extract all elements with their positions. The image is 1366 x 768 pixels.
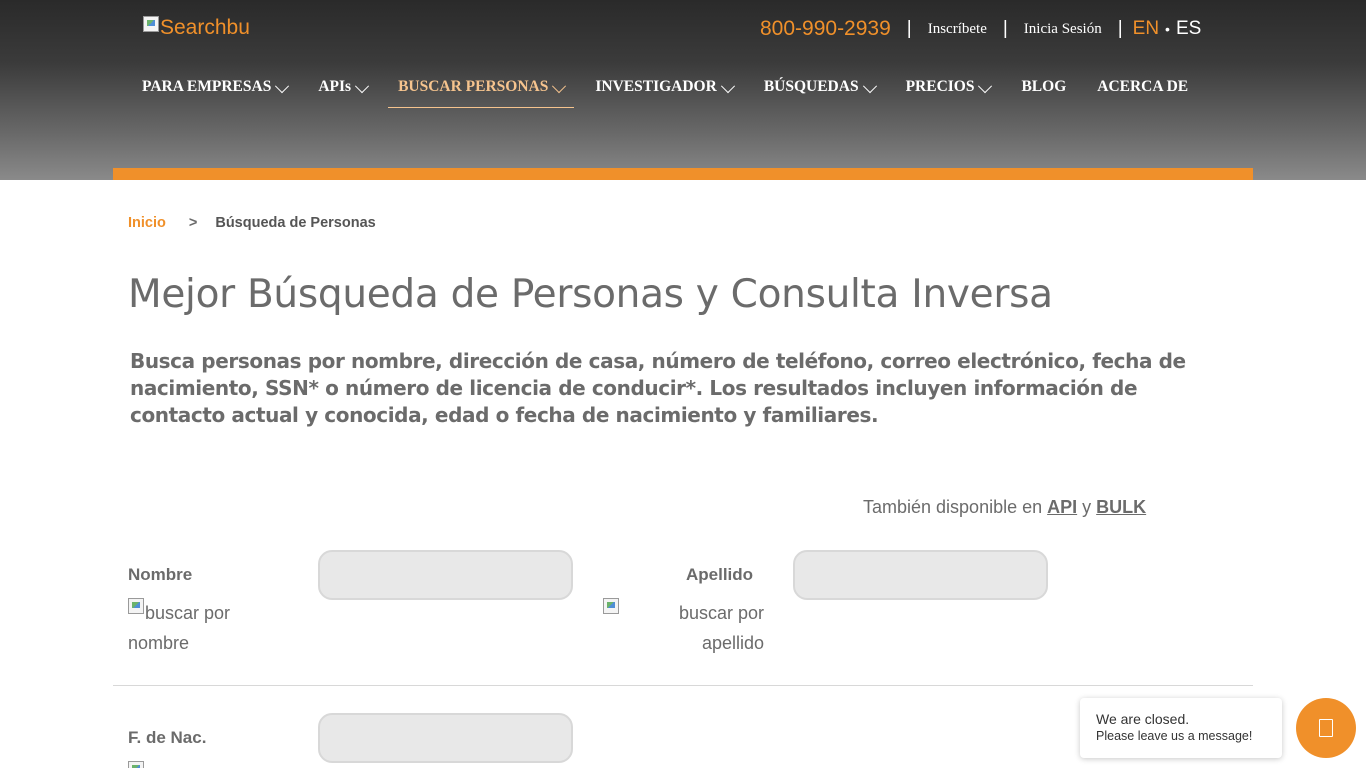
main-nav: PARA EMPRESAS APIs BUSCAR PERSONAS INVES… <box>142 72 1219 108</box>
chevron-down-icon <box>552 78 567 93</box>
logo-image-icon <box>143 16 159 32</box>
top-separator: | <box>1002 18 1008 39</box>
dob-label: F. de Nac. <box>128 728 207 747</box>
first-name-label: Nombre <box>128 565 193 584</box>
nav-item-precios[interactable]: PRECIOS <box>905 72 993 102</box>
phone-link[interactable]: 800-990-2939 <box>760 17 891 41</box>
site-header: Searchbu 800-990-2939 | Inscríbete | Ini… <box>0 0 1366 180</box>
chevron-down-icon <box>862 78 877 93</box>
availability-and: y <box>1077 497 1097 517</box>
availability-prefix: También disponible en <box>863 497 1048 517</box>
nav-item-label: BLOG <box>1021 78 1067 95</box>
chat-launcher-button[interactable] <box>1296 698 1356 758</box>
breadcrumb-home-link[interactable]: Inicio <box>128 215 166 231</box>
image-alt-text: apellido <box>701 633 764 653</box>
last-name-label: Apellido <box>686 565 754 584</box>
chevron-down-icon <box>978 78 993 93</box>
breadcrumb-separator: > <box>188 215 198 231</box>
image-alt-text: nombre <box>128 633 190 653</box>
first-name-image: buscar por nombre <box>128 598 298 658</box>
last-name-image: buscar por apellido <box>640 598 764 658</box>
broken-image-icon <box>128 598 144 614</box>
language-separator-dot: • <box>1165 21 1170 37</box>
broken-image-icon <box>128 761 144 768</box>
page-title: Mejor Búsqueda de Personas y Consulta In… <box>128 272 1053 317</box>
chevron-down-icon <box>720 78 735 93</box>
form-divider <box>113 685 1253 686</box>
broken-image-icon <box>603 598 619 614</box>
nav-item-acerca-de[interactable]: ACERCA DE <box>1097 72 1188 102</box>
top-separator: | <box>906 18 912 39</box>
nav-item-apis[interactable]: APIs <box>318 72 370 102</box>
nav-item-label: PARA EMPRESAS <box>142 78 272 95</box>
signup-link[interactable]: Inscríbete <box>928 21 987 38</box>
breadcrumb: Inicio > Búsqueda de Personas <box>128 213 376 233</box>
top-separator: | <box>1117 18 1123 39</box>
dob-input[interactable] <box>318 713 573 763</box>
nav-item-para-empresas[interactable]: PARA EMPRESAS <box>142 72 290 102</box>
last-name-input[interactable] <box>793 550 1048 600</box>
nav-item-label: ACERCA DE <box>1097 78 1189 95</box>
nav-item-investigador[interactable]: INVESTIGADOR <box>595 72 735 102</box>
chat-status-bubble[interactable]: We are closed. Please leave us a message… <box>1080 698 1282 758</box>
image-alt-text: buscar por <box>678 603 764 623</box>
nav-item-blog[interactable]: BLOG <box>1021 72 1066 102</box>
chat-icon <box>1319 719 1333 737</box>
nav-item-label: BUSCAR PERSONAS <box>398 78 549 95</box>
site-logo[interactable]: Searchbu <box>143 13 250 43</box>
nav-item-label: INVESTIGADOR <box>595 78 717 95</box>
breadcrumb-current: Búsqueda de Personas <box>215 215 376 231</box>
nav-item-label: PRECIOS <box>905 78 975 95</box>
nav-item-busquedas[interactable]: BÚSQUEDAS <box>763 72 877 102</box>
page-description: Busca personas por nombre, dirección de … <box>130 349 1186 427</box>
nav-item-buscar-personas[interactable]: BUSCAR PERSONAS <box>388 72 575 108</box>
image-alt-text: buscar por <box>145 603 231 623</box>
nav-item-label: APIs <box>318 78 352 95</box>
chat-leave-message-text: Please leave us a message! <box>1096 729 1253 743</box>
nav-item-label: BÚSQUEDAS <box>763 78 859 95</box>
language-en-link[interactable]: EN <box>1133 18 1159 40</box>
header-accent-bar <box>113 168 1253 180</box>
top-utility-bar: 800-990-2939 | Inscríbete | Inicia Sesió… <box>760 14 1201 44</box>
login-link[interactable]: Inicia Sesión <box>1024 21 1102 38</box>
chevron-down-icon <box>354 78 370 93</box>
first-name-input[interactable] <box>318 550 573 600</box>
chat-status-text: We are closed. <box>1096 711 1190 727</box>
logo-text: Searchbu <box>160 16 250 39</box>
availability-note: También disponible en API y BULK <box>863 497 1146 519</box>
language-es-link[interactable]: ES <box>1176 18 1201 40</box>
bulk-link[interactable]: BULK <box>1096 497 1146 517</box>
api-link[interactable]: API <box>1047 497 1077 517</box>
chevron-down-icon <box>275 78 290 93</box>
